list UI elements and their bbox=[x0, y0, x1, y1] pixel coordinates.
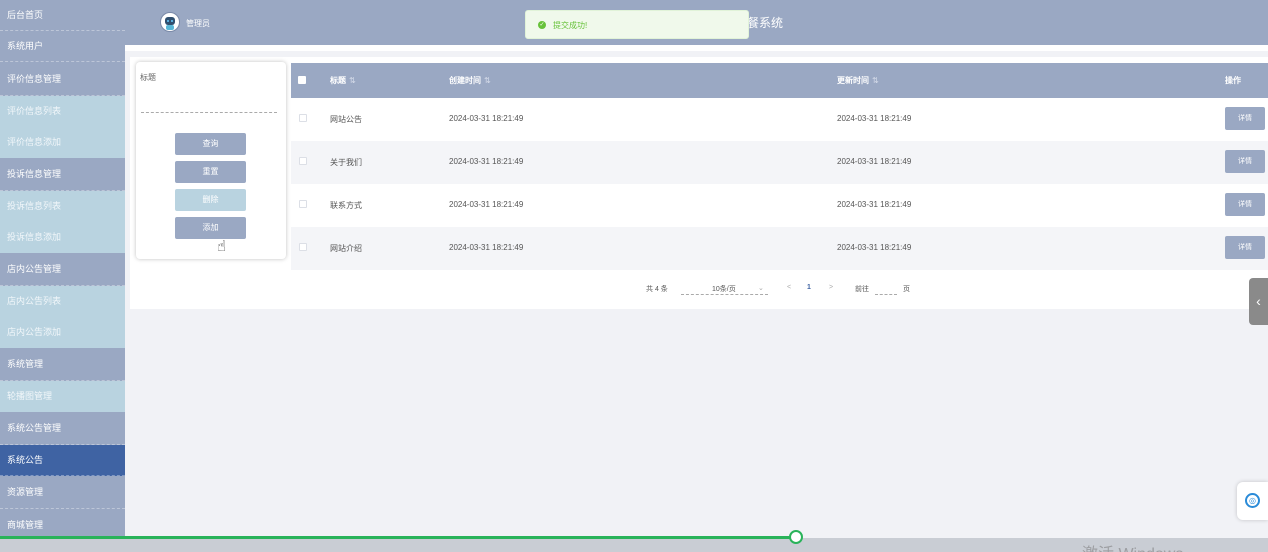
table-row: 关于我们 2024-03-31 18:21:49 2024-03-31 18:2… bbox=[291, 141, 1268, 184]
avatar-face bbox=[165, 17, 175, 25]
detail-button[interactable]: 详情 bbox=[1225, 107, 1265, 130]
chevron-down-icon: ⌄ bbox=[758, 285, 764, 292]
table-row: 网站公告 2024-03-31 18:21:49 2024-03-31 18:2… bbox=[291, 98, 1268, 141]
sidebar-item-system-management[interactable]: 系统管理 bbox=[0, 348, 125, 381]
page-size-select[interactable]: 10条/页 ⌄ bbox=[681, 281, 768, 295]
search-panel: 标题 查询 重置 删除 添加 bbox=[136, 62, 286, 259]
main-top-strip bbox=[125, 45, 1268, 51]
sidebar-item-complaint-add[interactable]: 投诉信息添加 bbox=[0, 222, 125, 253]
detail-button[interactable]: 详情 bbox=[1225, 236, 1265, 259]
sort-icon: ⇅ bbox=[484, 76, 491, 85]
avatar-body bbox=[166, 25, 174, 30]
cell-updated: 2024-03-31 18:21:49 bbox=[837, 200, 912, 209]
cell-updated: 2024-03-31 18:21:49 bbox=[837, 114, 912, 123]
page-size-value: 10条/页 bbox=[712, 286, 736, 293]
sidebar-item-store-notice-add[interactable]: 店内公告添加 bbox=[0, 317, 125, 348]
floating-assistant-button[interactable]: ◎ bbox=[1237, 482, 1268, 520]
sidebar-item-home[interactable]: 后台首页 bbox=[0, 0, 125, 31]
sidebar-item-store-notice-list[interactable]: 店内公告列表 bbox=[0, 286, 125, 317]
select-all-checkbox[interactable] bbox=[298, 76, 306, 84]
row-checkbox[interactable] bbox=[299, 243, 307, 251]
sidebar-item-system-notice-management[interactable]: 系统公告管理 bbox=[0, 412, 125, 445]
cell-created: 2024-03-31 18:21:49 bbox=[449, 157, 524, 166]
next-page-button[interactable]: > bbox=[829, 284, 833, 291]
pagination-total: 共 4 条 bbox=[646, 286, 668, 293]
sidebar-item-review-list[interactable]: 评价信息列表 bbox=[0, 96, 125, 127]
sort-icon: ⇅ bbox=[872, 76, 879, 85]
sidebar-item-resource-management[interactable]: 资源管理 bbox=[0, 476, 125, 509]
cell-title: 关于我们 bbox=[330, 158, 362, 167]
sidebar-item-store-notice-management[interactable]: 店内公告管理 bbox=[0, 253, 125, 286]
query-button[interactable]: 查询 bbox=[175, 133, 246, 155]
table-row: 网站介绍 2024-03-31 18:21:49 2024-03-31 18:2… bbox=[291, 227, 1268, 270]
column-header-title-label: 标题 bbox=[330, 76, 346, 85]
success-toast: ✓ 提交成功! bbox=[525, 10, 749, 39]
sidebar-item-system-notice[interactable]: 系统公告 bbox=[0, 445, 125, 476]
column-header-created[interactable]: 创建时间 ⇅ bbox=[449, 75, 491, 86]
row-checkbox[interactable] bbox=[299, 200, 307, 208]
title-search-label: 标题 bbox=[140, 73, 156, 82]
reset-button[interactable]: 重置 bbox=[175, 161, 246, 183]
avatar-eye bbox=[171, 20, 173, 22]
prev-page-button[interactable]: < bbox=[787, 284, 791, 291]
goto-suffix: 页 bbox=[903, 286, 910, 293]
sidebar-item-review-management[interactable]: 评价信息管理 bbox=[0, 62, 125, 96]
avatar-eye bbox=[167, 20, 169, 22]
cell-updated: 2024-03-31 18:21:49 bbox=[837, 243, 912, 252]
bottom-bar bbox=[0, 538, 1268, 552]
column-header-updated[interactable]: 更新时间 ⇅ bbox=[837, 75, 879, 86]
title-search-input[interactable] bbox=[141, 85, 277, 113]
windows-activation-watermark: 激活 Windows bbox=[1082, 540, 1183, 552]
sidebar-item-complaint-list[interactable]: 投诉信息列表 bbox=[0, 191, 125, 222]
cell-created: 2024-03-31 18:21:49 bbox=[449, 200, 524, 209]
add-button[interactable]: 添加 bbox=[175, 217, 246, 239]
sidebar-item-review-add[interactable]: 评价信息添加 bbox=[0, 127, 125, 158]
detail-button[interactable]: 详情 bbox=[1225, 150, 1265, 173]
user-name[interactable]: 管理员 bbox=[186, 18, 210, 29]
row-checkbox[interactable] bbox=[299, 157, 307, 165]
sidebar-item-system-users[interactable]: 系统用户 bbox=[0, 31, 125, 62]
chevron-left-icon: ‹ bbox=[1256, 293, 1261, 309]
progress-fill bbox=[0, 536, 797, 539]
row-checkbox[interactable] bbox=[299, 114, 307, 122]
hand-pointer-icon: ☝ bbox=[217, 238, 227, 255]
cell-updated: 2024-03-31 18:21:49 bbox=[837, 157, 912, 166]
toast-message: 提交成功! bbox=[553, 21, 588, 30]
cell-created: 2024-03-31 18:21:49 bbox=[449, 243, 524, 252]
column-header-action: 操作 bbox=[1225, 76, 1241, 85]
cell-title: 网站公告 bbox=[330, 115, 362, 124]
sidebar-item-carousel-management[interactable]: 轮播图管理 bbox=[0, 381, 125, 412]
site-title: 餐系统 bbox=[747, 16, 784, 30]
robot-avatar-icon[interactable] bbox=[160, 12, 180, 32]
cell-title: 联系方式 bbox=[330, 201, 362, 210]
goto-page-input[interactable] bbox=[875, 281, 897, 295]
table-row: 联系方式 2024-03-31 18:21:49 2024-03-31 18:2… bbox=[291, 184, 1268, 227]
sidebar-item-complaint-management[interactable]: 投诉信息管理 bbox=[0, 158, 125, 191]
column-header-created-label: 创建时间 bbox=[449, 76, 481, 85]
collapse-side-tab[interactable]: ‹ bbox=[1249, 278, 1268, 325]
column-header-title[interactable]: 标题 ⇅ bbox=[330, 75, 356, 86]
page-number-current[interactable]: 1 bbox=[807, 284, 811, 291]
delete-button[interactable]: 删除 bbox=[175, 189, 246, 211]
sort-icon: ⇅ bbox=[349, 76, 356, 85]
goto-label: 前往 bbox=[855, 286, 869, 293]
column-header-updated-label: 更新时间 bbox=[837, 76, 869, 85]
assistant-icon: ◎ bbox=[1245, 493, 1260, 508]
table-header: 标题 ⇅ 创建时间 ⇅ 更新时间 ⇅ 操作 bbox=[291, 63, 1268, 98]
check-circle-icon: ✓ bbox=[538, 21, 546, 29]
cell-created: 2024-03-31 18:21:49 bbox=[449, 114, 524, 123]
detail-button[interactable]: 详情 bbox=[1225, 193, 1265, 216]
cell-title: 网站介绍 bbox=[330, 244, 362, 253]
sidebar: 后台首页 系统用户 评价信息管理 评价信息列表 评价信息添加 投诉信息管理 投诉… bbox=[0, 0, 125, 552]
